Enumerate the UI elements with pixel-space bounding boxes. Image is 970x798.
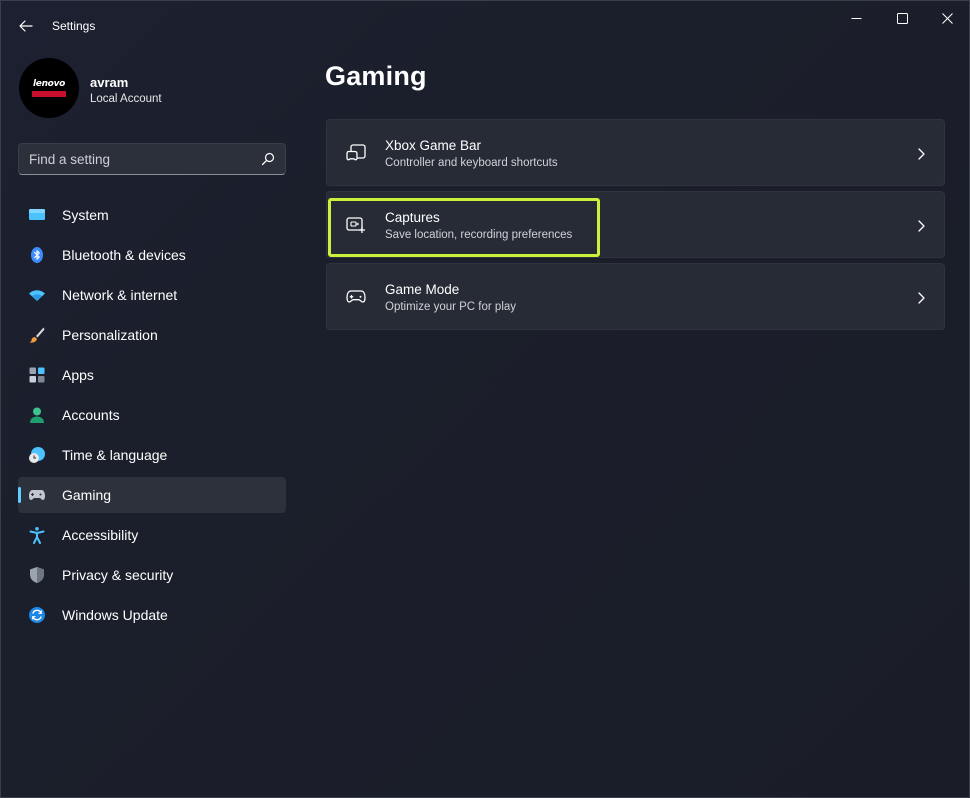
sidebar-item-personalization[interactable]: Personalization [18,317,286,353]
gamepad-icon [346,290,366,303]
sidebar-item-label: Privacy & security [62,567,174,583]
avatar: lenovo [19,58,79,118]
close-button[interactable] [924,1,970,35]
bluetooth-icon [31,247,43,263]
apps-icon [29,367,45,383]
sidebar-item-label: Apps [62,367,94,383]
minimize-button[interactable] [833,1,879,35]
card-subtitle: Controller and keyboard shortcuts [385,157,558,169]
card-title: Captures [385,210,440,225]
globe-clock-icon [29,447,45,463]
game-mode-card[interactable]: Game Mode Optimize your PC for play [326,263,945,330]
avatar-logo-stripe [32,91,66,97]
app-title: Settings [52,19,96,33]
gamepad-icon [29,490,45,500]
user-profile[interactable]: lenovo avram Local Account [19,58,289,120]
sidebar-nav: System Bluetooth & devices Network & int… [18,197,286,637]
sidebar-item-bluetooth[interactable]: Bluetooth & devices [18,237,286,273]
wifi-icon [29,290,45,301]
brush-icon [29,327,45,343]
card-title: Xbox Game Bar [385,138,482,153]
settings-window: Settings lenovo avram Local Account Find… [0,0,970,798]
minimize-icon [851,17,861,19]
sidebar-item-accessibility[interactable]: Accessibility [18,517,286,553]
game-bar-icon [346,144,366,161]
selected-indicator [18,487,21,503]
maximize-button[interactable] [879,1,925,35]
sidebar-item-label: Windows Update [62,607,168,623]
search-icon[interactable] [261,152,275,166]
account-type: Local Account [90,93,162,105]
xbox-game-bar-card[interactable]: Xbox Game Bar Controller and keyboard sh… [326,119,945,186]
close-icon [941,12,953,24]
card-subtitle: Save location, recording preferences [385,229,573,241]
sidebar-item-network[interactable]: Network & internet [18,277,286,313]
accessibility-icon [29,527,45,544]
sidebar-item-gaming[interactable]: Gaming [18,477,286,513]
chevron-right-icon [918,148,925,160]
sidebar-item-label: Accessibility [62,527,139,543]
sidebar-item-label: Time & language [62,447,168,463]
captures-card[interactable]: Captures Save location, recording prefer… [326,191,945,258]
title-bar: Settings [1,1,969,51]
sidebar-item-label: Network & internet [62,287,178,303]
sidebar-item-label: Accounts [62,407,120,423]
card-subtitle: Optimize your PC for play [385,301,517,313]
chevron-right-icon [918,292,925,304]
page-title: Gaming [325,61,427,91]
back-arrow-icon [19,20,33,32]
monitor-icon [29,209,45,220]
search-box[interactable] [18,143,286,175]
sidebar-item-apps[interactable]: Apps [18,357,286,393]
person-icon [30,407,44,423]
capture-icon [346,217,365,233]
settings-cards: Xbox Game Bar Controller and keyboard sh… [326,119,945,335]
maximize-icon [896,12,908,24]
sidebar-item-system[interactable]: System [18,197,286,233]
sidebar-item-privacy[interactable]: Privacy & security [18,557,286,593]
card-title: Game Mode [385,282,460,297]
sidebar-item-label: Bluetooth & devices [62,247,186,263]
update-icon [29,607,45,623]
sidebar-item-time-language[interactable]: Time & language [18,437,286,473]
shield-icon [30,567,44,583]
sidebar-item-accounts[interactable]: Accounts [18,397,286,433]
avatar-logo: lenovo [32,79,66,89]
user-name: avram [90,75,129,90]
sidebar-item-label: Personalization [62,327,158,343]
sidebar-item-label: Gaming [62,487,112,503]
sidebar-item-label: System [62,207,109,223]
search-input[interactable] [29,144,249,174]
chevron-right-icon [918,220,925,232]
back-button[interactable] [13,13,39,39]
sidebar-item-windows-update[interactable]: Windows Update [18,597,286,633]
